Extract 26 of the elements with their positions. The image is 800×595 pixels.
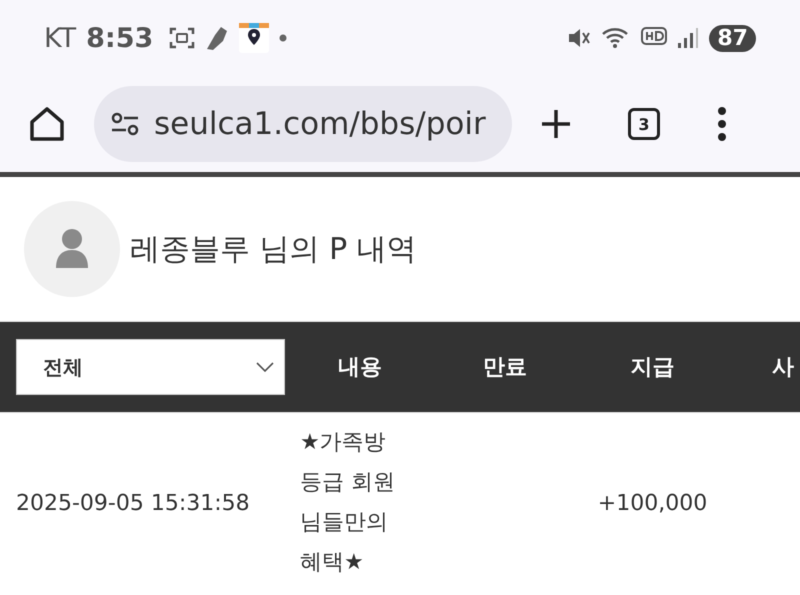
dot-icon [279, 34, 288, 42]
page-title: 레종블루 님의 P 내역 [130, 230, 417, 268]
home-icon[interactable] [28, 106, 66, 142]
clock-time: 8:53 [86, 22, 154, 54]
chevron-down-icon [256, 362, 274, 372]
table-cell-text: 2025-09-05 15:31:58 [15, 490, 251, 516]
person-icon [54, 228, 90, 270]
more-icon[interactable] [716, 107, 728, 141]
filter-select[interactable]: 전체 [16, 339, 285, 395]
url-text: seulca1.com/bbs/poir [154, 106, 486, 142]
table-cell-text: +100,000 [596, 490, 708, 516]
screenshot-icon [169, 26, 196, 50]
signal-icon [677, 27, 700, 49]
map-pin-icon [239, 23, 270, 53]
column-header: 만료 [482, 354, 528, 382]
site-settings-icon[interactable] [110, 112, 140, 136]
column-header: 내용 [337, 354, 383, 382]
carrier-label: KT [44, 22, 76, 54]
plus-icon[interactable] [540, 108, 572, 140]
table-cell-text: ★가족방 등급 회원 님들만의 혜택★ [299, 429, 396, 577]
column-header: 지급 [630, 354, 676, 382]
battery-level: 87 [709, 24, 756, 52]
address-bar[interactable]: seulca1.com/bbs/poir [94, 86, 512, 162]
tab-count-button[interactable]: 3 [628, 108, 660, 140]
column-header: 사 [771, 354, 795, 382]
mute-icon [567, 26, 592, 50]
